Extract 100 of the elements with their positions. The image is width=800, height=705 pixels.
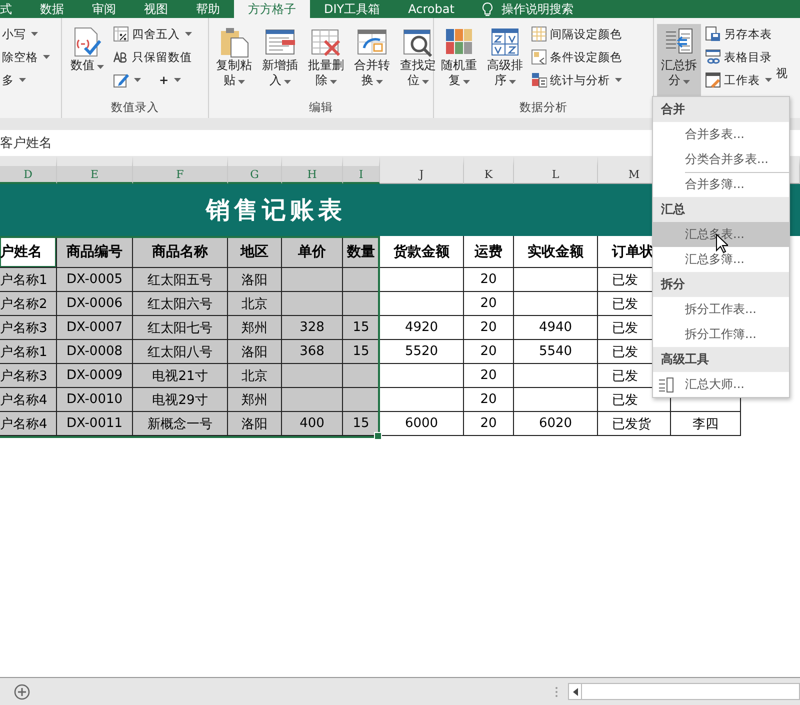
header-cell: 货款金额 <box>380 236 464 268</box>
group-label: 数值录入 <box>110 100 160 116</box>
table-cell: 户名称1 <box>0 268 57 292</box>
sheet-pencil-icon <box>705 72 721 88</box>
table-cell: DX-0006 <box>57 292 133 316</box>
table-cell: 15 <box>343 340 380 364</box>
table-cell: 20 <box>464 340 514 364</box>
ribbon-button[interactable]: 工作表 <box>703 70 774 90</box>
table-cell: 15 <box>343 412 380 436</box>
ribbon-tab[interactable]: 审阅 <box>78 0 130 18</box>
caret-icon <box>284 80 290 84</box>
menu-section-header: 高级工具 <box>653 347 789 372</box>
ribbon-button[interactable]: 除空格 <box>0 47 58 67</box>
table-cell <box>282 364 343 388</box>
ribbon-button[interactable]: 复制粘贴 <box>212 24 256 100</box>
lightbulb-icon <box>482 2 494 16</box>
ribbon-button[interactable]: 另存本表 <box>703 24 774 44</box>
table-cell: 户名称4 <box>0 388 57 412</box>
table-cell: 5520 <box>380 340 464 364</box>
ribbon-button[interactable]: 四舍五入 <box>111 24 194 44</box>
table-cell: 5540 <box>514 340 598 364</box>
menu-section-header: 汇总 <box>653 197 789 222</box>
table-cell: 李四 <box>671 412 741 436</box>
column-header[interactable]: F <box>133 156 228 184</box>
save-sheet-icon <box>705 26 721 42</box>
header-cell: 运费 <box>464 236 514 268</box>
caret-icon <box>185 32 192 36</box>
table-cell: 20 <box>464 316 514 340</box>
table-cell: 6020 <box>514 412 598 436</box>
ribbon-button[interactable]: 多 <box>0 70 58 90</box>
table-cell <box>343 388 380 412</box>
ribbon-button[interactable]: 高级排序 <box>483 24 527 100</box>
splitter-icon[interactable] <box>555 686 558 698</box>
header-cell: 商品名称 <box>133 236 228 268</box>
table-cell: 20 <box>464 292 514 316</box>
pencil-table-icon <box>113 72 129 88</box>
ribbon-tab[interactable]: DIY工具箱 <box>310 0 394 18</box>
column-header[interactable]: K <box>464 156 514 184</box>
ribbon-button[interactable]: 视 <box>776 66 788 80</box>
table-cell: 北京 <box>228 292 282 316</box>
ribbon-button[interactable]: 合并转换 <box>350 24 394 100</box>
ribbon-tab[interactable]: 方方格子 <box>234 0 310 18</box>
group-label: 数据分析 <box>518 100 568 116</box>
add-button[interactable]: + <box>157 70 183 90</box>
tell-me-search[interactable]: 操作说明搜索 <box>501 0 574 18</box>
ribbon-button[interactable]: 随机重复 <box>437 24 481 100</box>
table-cell: 15 <box>343 316 380 340</box>
caret-icon <box>19 78 26 82</box>
column-header[interactable]: E <box>57 156 133 184</box>
header-cell: 地区 <box>228 236 282 268</box>
column-header[interactable]: I <box>343 156 380 184</box>
column-header[interactable]: H <box>282 156 343 184</box>
header-cell: 实收金额 <box>514 236 598 268</box>
grid-color-icon <box>531 26 547 42</box>
caret-icon <box>96 65 104 69</box>
table-cell: DX-0008 <box>57 340 133 364</box>
column-header[interactable]: J <box>380 156 464 184</box>
ribbon-button[interactable]: 批量删除 <box>304 24 348 100</box>
horizontal-scrollbar[interactable] <box>568 683 800 700</box>
table-cell <box>343 268 380 292</box>
abc-icon <box>113 49 129 65</box>
table-cell: 户名称2 <box>0 292 57 316</box>
ribbon-button[interactable]: 查找定位 <box>396 24 440 100</box>
menu-section-header: 拆分 <box>653 272 789 297</box>
table-cell: 400 <box>282 412 343 436</box>
ribbon-tab[interactable]: 数据 <box>26 0 78 18</box>
ribbon-tab[interactable]: 帮助 <box>182 0 234 18</box>
table-cell: 户名称3 <box>0 364 57 388</box>
table-cell: 郑州 <box>228 316 282 340</box>
caret-icon <box>330 80 336 84</box>
table-cell: 户名称1 <box>0 340 57 364</box>
ribbon-tab[interactable]: 视图 <box>130 0 182 18</box>
caret-icon <box>462 80 470 84</box>
table-cell: 红太阳八号 <box>133 340 228 364</box>
ribbon-button[interactable]: 统计与分析 <box>529 70 624 90</box>
ribbon-button[interactable]: 表格目录 <box>703 47 774 67</box>
caret-icon <box>508 80 516 84</box>
ribbon-tab[interactable]: 式 <box>0 0 26 18</box>
table-cell: 户名称3 <box>0 316 57 340</box>
ribbon-button[interactable]: 小写 <box>0 24 58 44</box>
sort-az-icon <box>489 26 521 58</box>
add-sheet-icon[interactable] <box>14 684 30 700</box>
ribbon-button[interactable]: 只保留数值 <box>111 47 194 67</box>
caret-icon <box>765 78 772 82</box>
table-cell: DX-0005 <box>57 268 133 292</box>
table-cell: 洛阳 <box>228 340 282 364</box>
menu-item[interactable]: 合并多表... <box>653 122 789 147</box>
ribbon-button[interactable]: 数值 <box>65 24 109 100</box>
table-cell <box>343 364 380 388</box>
column-header[interactable]: D <box>0 156 57 184</box>
caret-icon <box>174 78 181 82</box>
ribbon-tab[interactable]: Acrobat <box>394 0 468 18</box>
ribbon-button[interactable]: 间隔设定颜色 <box>529 24 624 44</box>
ribbon-button[interactable]: 条件设定颜色 <box>529 47 624 67</box>
column-header[interactable]: G <box>228 156 282 184</box>
table-cell: 北京 <box>228 364 282 388</box>
ribbon-button[interactable]: 新增插入 <box>258 24 302 100</box>
table-cell: 328 <box>282 316 343 340</box>
header-cell: 单价 <box>282 236 343 268</box>
column-header[interactable]: L <box>514 156 598 184</box>
